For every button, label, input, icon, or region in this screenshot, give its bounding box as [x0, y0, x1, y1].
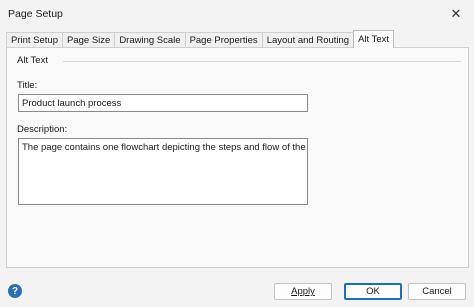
tab-strip: Print Setup Page Size Drawing Scale Page… — [6, 30, 395, 48]
ok-button[interactable]: OK — [344, 283, 402, 300]
title-bar: Page Setup ✕ — [0, 0, 474, 28]
cancel-label: Cancel — [422, 286, 452, 297]
tab-alt-text[interactable]: Alt Text — [353, 30, 395, 48]
close-button[interactable]: ✕ — [444, 3, 468, 25]
group-label: Alt Text — [17, 55, 48, 66]
ok-label: OK — [366, 286, 380, 297]
apply-label: Apply — [291, 286, 315, 297]
tab-page-properties[interactable]: Page Properties — [184, 32, 263, 48]
alt-text-panel: Alt Text Title: Product launch process D… — [6, 47, 469, 268]
group-divider — [63, 61, 461, 62]
window-title: Page Setup — [8, 8, 63, 20]
title-input[interactable]: Product launch process — [18, 94, 308, 112]
help-button[interactable]: ? — [8, 284, 22, 298]
tab-layout-and-routing[interactable]: Layout and Routing — [261, 32, 355, 48]
apply-button[interactable]: Apply — [274, 283, 332, 300]
title-label: Title: — [17, 80, 38, 91]
description-textarea[interactable]: The page contains one flowchart depictin… — [18, 138, 308, 205]
button-bar: ? Apply OK Cancel — [0, 276, 474, 307]
help-icon: ? — [11, 285, 19, 297]
tab-print-setup[interactable]: Print Setup — [6, 32, 63, 48]
close-icon: ✕ — [450, 6, 462, 21]
cancel-button[interactable]: Cancel — [408, 283, 466, 300]
tab-drawing-scale[interactable]: Drawing Scale — [114, 32, 186, 48]
tab-page-size[interactable]: Page Size — [62, 32, 116, 48]
description-label: Description: — [17, 124, 68, 135]
